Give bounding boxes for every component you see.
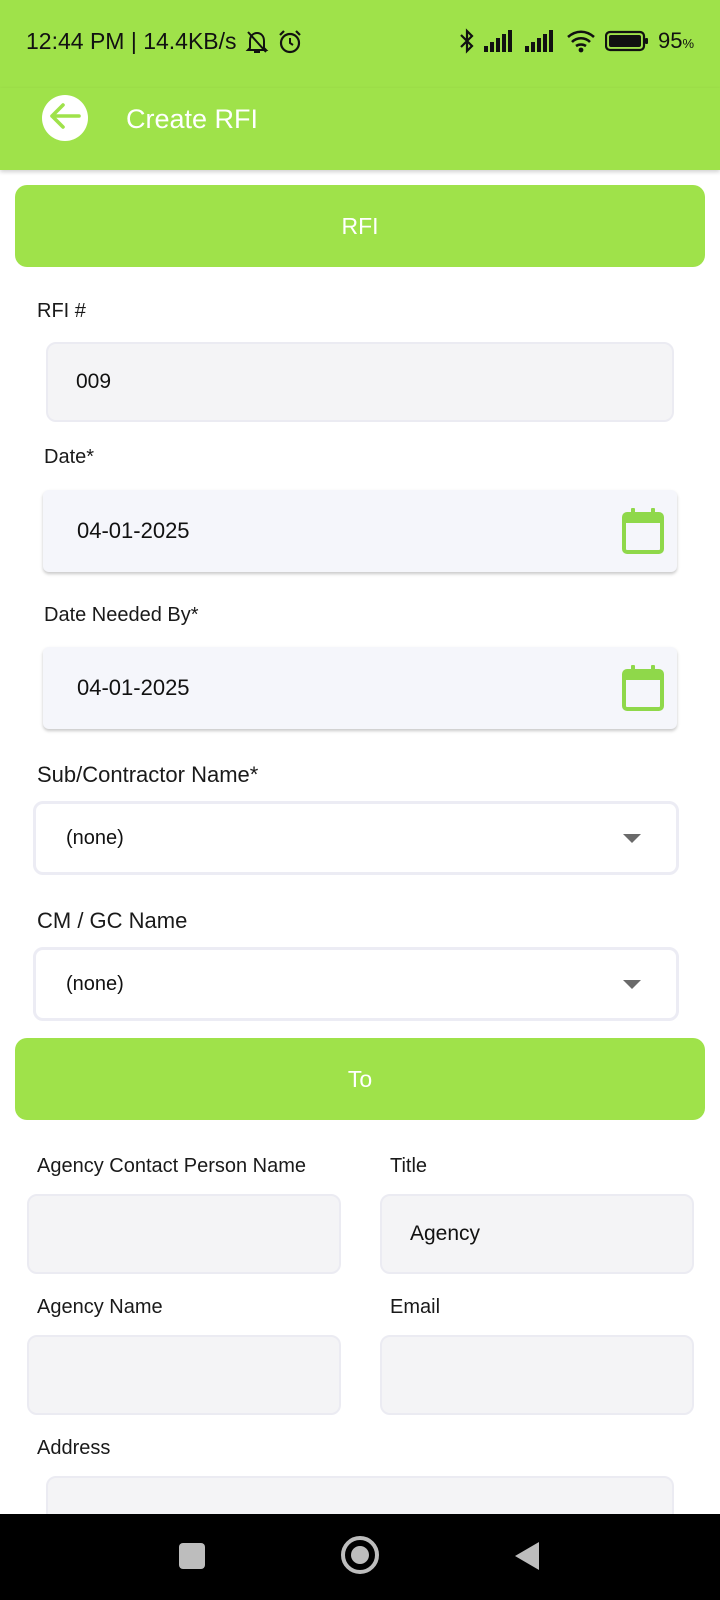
back-button[interactable] xyxy=(42,95,88,141)
date-value: 04-01-2025 xyxy=(77,518,190,543)
date-needed-value: 04-01-2025 xyxy=(77,675,190,700)
section-header-to: To xyxy=(15,1038,705,1120)
signal-icon xyxy=(483,30,516,52)
signal-icon xyxy=(524,30,557,52)
status-right: 95% xyxy=(459,28,694,54)
section-header-rfi: RFI xyxy=(15,185,705,267)
title-value: Agency xyxy=(410,1222,481,1245)
chevron-down-icon xyxy=(623,834,641,843)
calendar-icon[interactable] xyxy=(621,664,665,718)
chevron-down-icon xyxy=(623,980,641,989)
email-label: Email xyxy=(390,1296,441,1318)
date-needed-label: Date Needed By* xyxy=(44,604,199,626)
battery-percent: 95% xyxy=(657,28,694,53)
recents-button[interactable] xyxy=(179,1543,205,1569)
title-label: Title xyxy=(390,1155,428,1177)
section-header-label: RFI xyxy=(341,212,379,239)
nav-back-button[interactable] xyxy=(515,1542,539,1570)
rfi-number-label: RFI # xyxy=(37,300,86,322)
agency-contact-label: Agency Contact Person Name xyxy=(37,1155,307,1177)
status-left: 12:44 PM | 14.4KB/s xyxy=(26,28,303,55)
email-field[interactable] xyxy=(380,1335,694,1415)
wifi-icon xyxy=(566,29,596,53)
title-field[interactable]: Agency xyxy=(380,1194,694,1274)
calendar-icon[interactable] xyxy=(621,507,665,561)
section-header-label: To xyxy=(347,1065,373,1092)
battery-icon xyxy=(604,30,649,52)
home-button[interactable] xyxy=(341,1536,379,1574)
bell-off-icon xyxy=(245,29,269,55)
address-label: Address xyxy=(37,1437,111,1459)
cm-gc-label: CM / GC Name xyxy=(37,908,188,933)
date-field[interactable]: 04-01-2025 xyxy=(43,490,677,572)
page-title: Create RFI xyxy=(126,104,259,134)
cm-gc-select[interactable]: (none) xyxy=(33,947,679,1021)
alarm-icon xyxy=(277,29,303,55)
subcontractor-label: Sub/Contractor Name* xyxy=(37,762,259,787)
subcontractor-selected: (none) xyxy=(66,826,124,849)
arrow-left-icon xyxy=(49,102,81,135)
status-time-speed: 12:44 PM | 14.4KB/s xyxy=(26,28,237,54)
rfi-number-field[interactable]: 009 xyxy=(46,342,674,422)
date-needed-field[interactable]: 04-01-2025 xyxy=(43,647,677,729)
status-bar: 12:44 PM | 14.4KB/s 95% xyxy=(0,0,720,88)
agency-contact-field[interactable] xyxy=(27,1194,341,1274)
date-label: Date* xyxy=(44,446,95,468)
rfi-number-value: 009 xyxy=(76,370,112,393)
subcontractor-select[interactable]: (none) xyxy=(33,801,679,875)
bluetooth-icon xyxy=(459,28,475,54)
agency-name-label: Agency Name xyxy=(37,1296,163,1318)
agency-name-field[interactable] xyxy=(27,1335,341,1415)
cm-gc-selected: (none) xyxy=(66,972,124,995)
app-bar: Create RFI xyxy=(0,88,720,170)
system-nav-bar xyxy=(0,1514,720,1600)
